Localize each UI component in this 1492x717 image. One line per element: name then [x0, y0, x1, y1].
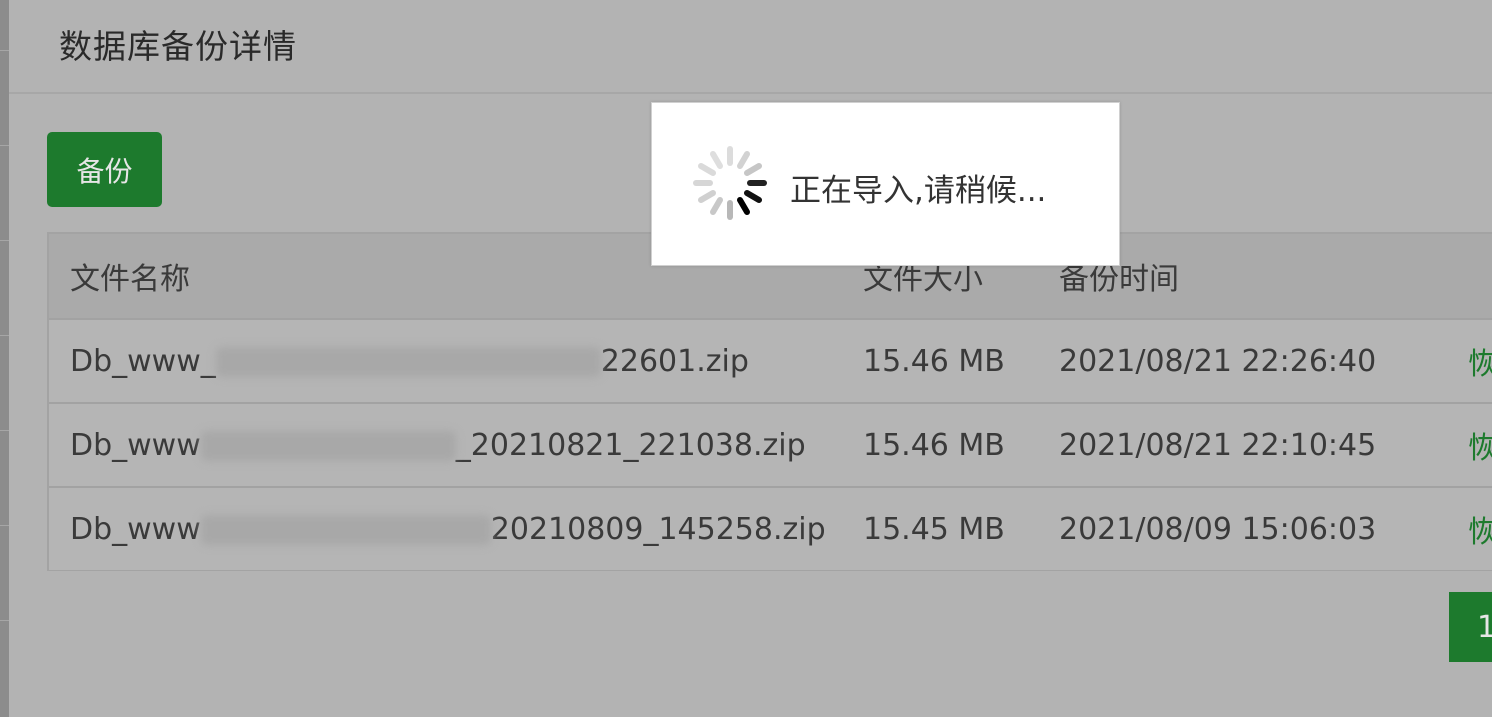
filename-suffix: 20210809_145258.zip	[490, 511, 826, 547]
redaction-blur	[215, 347, 601, 377]
backup-time-cell: 2021/08/09 15:06:03	[1059, 511, 1377, 547]
filename-suffix: 22601.zip	[600, 343, 749, 379]
filename-cell: Db_www_ 22601.zip	[70, 320, 749, 402]
panel-header: 数据库备份详情	[9, 0, 1492, 94]
strip-tick	[0, 620, 9, 621]
pagination-current-page[interactable]: 1	[1449, 592, 1492, 662]
filesize-cell: 15.45 MB	[863, 511, 1005, 547]
filename-prefix: Db_www	[70, 511, 201, 547]
filename-prefix: Db_www	[70, 427, 201, 463]
redaction-blur	[200, 515, 491, 545]
page-title: 数据库备份详情	[59, 27, 297, 66]
filename-prefix: Db_www_	[70, 343, 216, 379]
table-row: Db_www _20210821_221038.zip 15.46 MB 202…	[49, 402, 1492, 486]
backup-button[interactable]: 备份	[47, 132, 162, 207]
restore-link[interactable]: 恢	[1468, 488, 1492, 570]
redacted-filename-region	[215, 341, 601, 381]
spinner-icon	[693, 146, 767, 220]
redacted-filename-region	[200, 425, 456, 465]
restore-link[interactable]: 恢	[1468, 404, 1492, 486]
left-edge-strip	[0, 0, 9, 717]
table-row: Db_www 20210809_145258.zip 15.45 MB 2021…	[49, 486, 1492, 570]
strip-tick	[0, 145, 9, 146]
filename-cell: Db_www _20210821_221038.zip	[70, 404, 806, 486]
filename-suffix: _20210821_221038.zip	[455, 427, 806, 463]
backup-time-cell: 2021/08/21 22:10:45	[1059, 427, 1377, 463]
loading-message: 正在导入,请稍候...	[790, 173, 1047, 209]
strip-tick	[0, 525, 9, 526]
backup-table: 文件名称 文件大小 备份时间 Db_www_ 22601.zip 15.46 M…	[47, 232, 1492, 571]
redacted-filename-region	[200, 509, 491, 549]
redaction-blur	[200, 431, 456, 461]
strip-tick	[0, 240, 9, 241]
table-row: Db_www_ 22601.zip 15.46 MB 2021/08/21 22…	[49, 318, 1492, 402]
filename-cell: Db_www 20210809_145258.zip	[70, 488, 826, 570]
column-header-filename: 文件名称	[70, 262, 190, 297]
strip-tick	[0, 430, 9, 431]
filesize-cell: 15.46 MB	[863, 343, 1005, 379]
restore-link[interactable]: 恢	[1468, 320, 1492, 402]
strip-tick	[0, 50, 9, 51]
strip-tick	[0, 335, 9, 336]
backup-time-cell: 2021/08/21 22:26:40	[1059, 343, 1377, 379]
loading-toast: 正在导入,请稍候...	[651, 102, 1120, 266]
filesize-cell: 15.46 MB	[863, 427, 1005, 463]
